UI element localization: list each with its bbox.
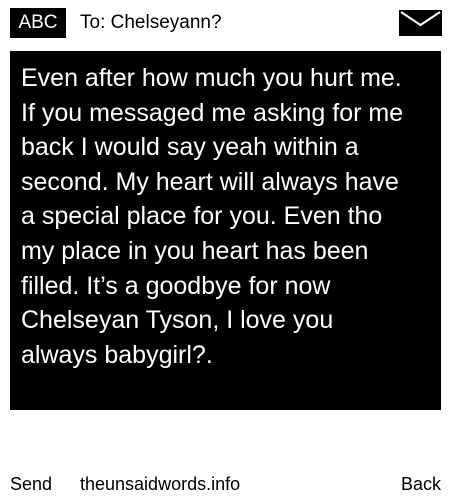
site-label: theunsaidwords.info: [80, 474, 241, 494]
message-body[interactable]: Even after how much you hurt me. If you …: [10, 51, 441, 410]
recipient-field[interactable]: To: Chelseyann?: [80, 8, 222, 38]
back-button[interactable]: Back: [401, 470, 441, 498]
message-text: Even after how much you hurt me. If you …: [21, 64, 404, 369]
input-mode-badge: ABC: [10, 8, 66, 38]
envelope-icon: [399, 10, 442, 36]
softkey-bar: Send theunsaidwords.info Back: [0, 470, 450, 498]
message-header: ABC To: Chelseyann?: [0, 0, 450, 46]
send-button[interactable]: Send: [10, 470, 52, 498]
